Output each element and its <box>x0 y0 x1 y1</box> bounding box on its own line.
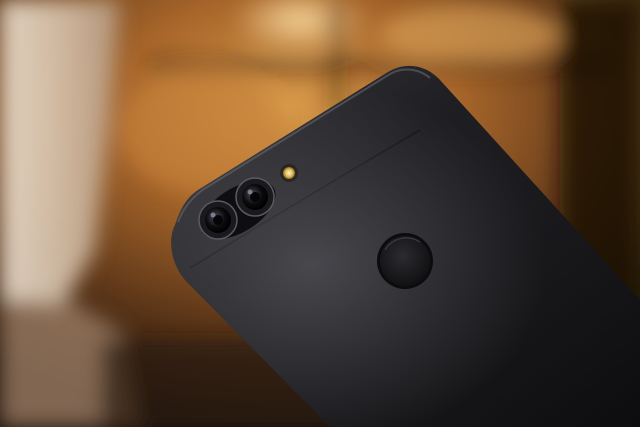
photo-scene <box>0 0 640 427</box>
phone-photo <box>0 0 640 427</box>
